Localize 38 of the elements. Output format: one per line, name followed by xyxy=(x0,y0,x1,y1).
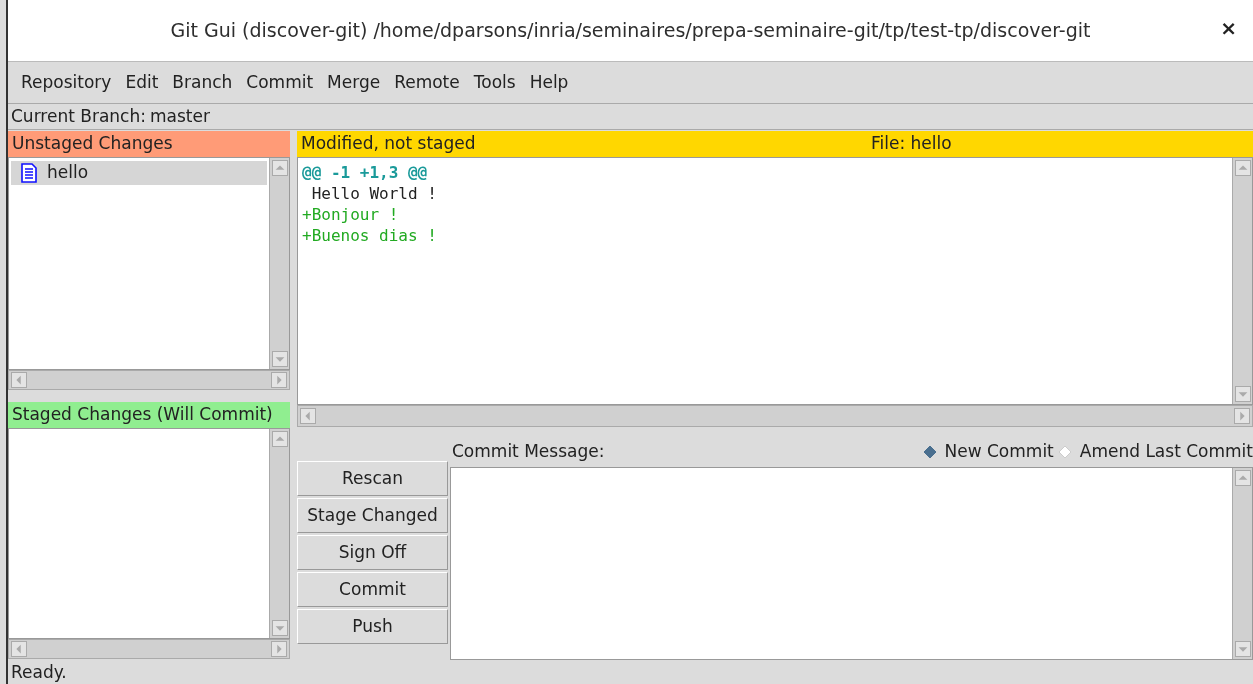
window-title: Git Gui (discover-git) /home/dparsons/inria/seminaires/prepa-seminaire-git/tp/test-tp/discover-git xyxy=(170,18,1091,44)
commit-mode-radio[interactable]: New Commit xyxy=(918,439,1054,465)
unstaged-header: Unstaged Changes xyxy=(8,131,290,157)
horizontal-scrollbar[interactable] xyxy=(8,639,290,659)
branch-name: master xyxy=(149,104,210,128)
branch-label: Current Branch: xyxy=(11,104,146,128)
commit-mode-radio[interactable]: Amend Last Commit xyxy=(1053,439,1253,465)
commit-message-label: Commit Message: xyxy=(451,440,605,464)
menu-item[interactable]: Branch xyxy=(165,69,240,96)
diff-line: +Buenos dias ! xyxy=(302,225,438,246)
diff-file-name: File: hello xyxy=(871,132,952,156)
vertical-scrollbar[interactable] xyxy=(1232,158,1252,404)
horizontal-scrollbar[interactable] xyxy=(8,370,290,390)
radio-diamond-icon[interactable] xyxy=(922,445,937,459)
menu-item[interactable]: Merge xyxy=(320,69,388,96)
menu-item[interactable]: Edit xyxy=(118,69,166,96)
menu-item[interactable]: Remote xyxy=(387,69,467,96)
menu-item[interactable]: Commit xyxy=(239,69,321,96)
menu-item[interactable]: Help xyxy=(522,69,576,96)
diff-line: +Bonjour ! xyxy=(302,204,400,225)
vertical-scrollbar[interactable] xyxy=(269,429,289,638)
close-button[interactable]: × xyxy=(1220,18,1237,38)
diff-line: @@ -1 +1,3 @@ xyxy=(302,162,429,183)
menu-item[interactable]: Tools xyxy=(466,69,523,96)
file-icon xyxy=(21,163,37,183)
commit-action-button[interactable]: Rescan xyxy=(297,461,448,496)
commit-action-button[interactable]: Sign Off xyxy=(297,535,448,570)
vertical-scrollbar[interactable] xyxy=(269,158,289,369)
status-text: Ready. xyxy=(11,661,67,684)
horizontal-scrollbar[interactable] xyxy=(297,405,1253,427)
file-item[interactable]: hello xyxy=(11,161,267,185)
diff-status: Modified, not staged xyxy=(301,132,477,156)
menu-item[interactable]: Repository xyxy=(14,69,119,96)
diff-line: Hello World ! xyxy=(310,183,438,204)
staged-header: Staged Changes (Will Commit) xyxy=(8,402,290,428)
commit-action-button[interactable]: Push xyxy=(297,609,448,644)
commit-action-button[interactable]: Stage Changed xyxy=(297,498,448,533)
commit-action-button[interactable]: Commit xyxy=(297,572,448,607)
